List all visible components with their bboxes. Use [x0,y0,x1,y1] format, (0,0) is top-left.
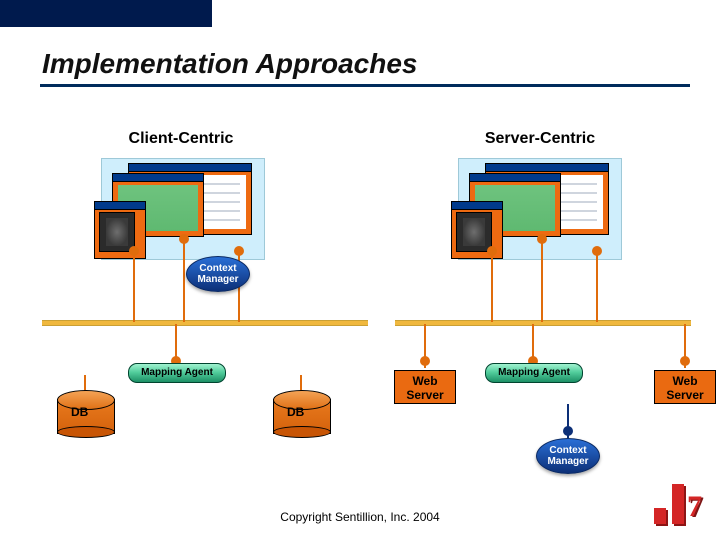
node-icon [234,246,244,256]
web-server-line1: Web [412,374,437,388]
mapping-agent-pill: Mapping Agent [128,363,226,383]
node-icon [179,234,189,244]
heading-server-centric: Server-Centric [460,130,620,148]
slide: Implementation Approaches Client-Centric… [0,0,720,540]
node-icon [487,246,497,256]
node-icon [680,356,690,366]
wire [183,238,185,322]
mapping-agent-pill: Mapping Agent [485,363,583,383]
web-server-line2: Server [666,388,703,402]
hl7-logo-icon: 7 [654,484,702,524]
context-manager-line2: Manager [547,456,588,467]
context-manager-line1: Context [199,263,236,274]
web-server-line1: Web [672,374,697,388]
slide-title: Implementation Approaches [42,48,417,80]
db-label: DB [287,405,304,419]
server-desktop [458,158,622,260]
node-icon [129,246,139,256]
wire [541,238,543,322]
node-icon [420,356,430,366]
context-manager-oval: Context Manager [536,438,600,474]
web-server-box: Web Server [394,370,456,404]
node-icon [592,246,602,256]
heading-client-centric: Client-Centric [111,130,251,148]
header-band [0,0,212,27]
xray-icon [456,212,492,252]
node-icon [563,426,573,436]
wire [491,250,493,322]
bus-rail-left [42,320,368,326]
node-icon [537,234,547,244]
web-server-box: Web Server [654,370,716,404]
db-label: DB [71,405,88,419]
wire [133,250,135,322]
bus-rail-right [395,320,691,326]
xray-icon [99,212,135,252]
copyright-text: Copyright Sentillion, Inc. 2004 [0,510,720,524]
context-manager-line1: Context [549,445,586,456]
context-manager-line2: Manager [197,274,238,285]
web-server-line2: Server [406,388,443,402]
context-manager-oval: Context Manager [186,256,250,292]
wire [596,250,598,322]
title-rule [40,84,690,87]
